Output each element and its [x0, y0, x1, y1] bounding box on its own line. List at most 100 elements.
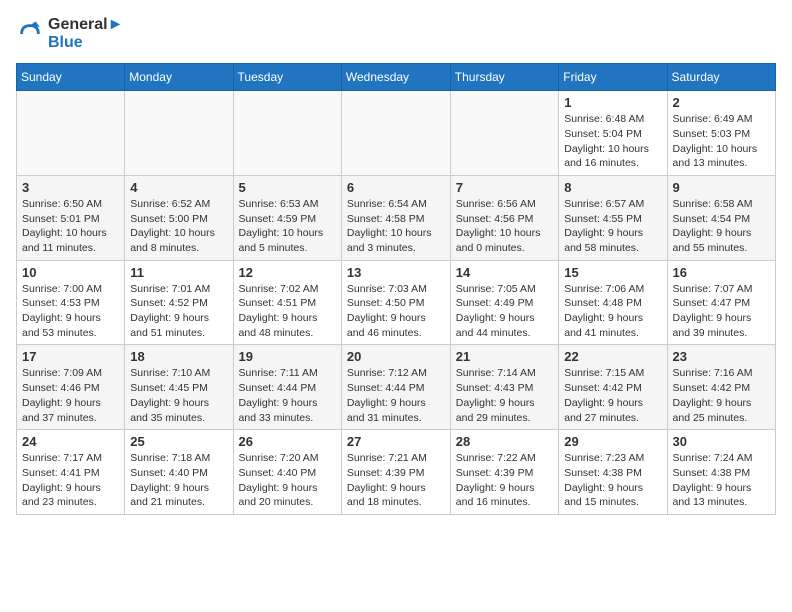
calendar-cell: 18 Sunrise: 7:10 AM Sunset: 4:45 PM Dayli…	[125, 345, 233, 430]
day-number: 10	[22, 265, 119, 280]
day-info: Sunrise: 7:10 AM Sunset: 4:45 PM Dayligh…	[130, 366, 227, 425]
day-number: 15	[564, 265, 661, 280]
calendar-cell: 3 Sunrise: 6:50 AM Sunset: 5:01 PM Daylig…	[17, 175, 125, 260]
day-number: 5	[239, 180, 336, 195]
calendar-cell: 21 Sunrise: 7:14 AM Sunset: 4:43 PM Dayli…	[450, 345, 558, 430]
day-info: Sunrise: 7:02 AM Sunset: 4:51 PM Dayligh…	[239, 282, 336, 341]
day-number: 13	[347, 265, 445, 280]
calendar-cell: 15 Sunrise: 7:06 AM Sunset: 4:48 PM Dayli…	[559, 260, 667, 345]
calendar-cell	[450, 91, 558, 176]
day-number: 4	[130, 180, 227, 195]
day-number: 30	[673, 434, 770, 449]
calendar-cell: 29 Sunrise: 7:23 AM Sunset: 4:38 PM Dayli…	[559, 430, 667, 515]
day-number: 23	[673, 349, 770, 364]
day-number: 25	[130, 434, 227, 449]
day-info: Sunrise: 7:00 AM Sunset: 4:53 PM Dayligh…	[22, 282, 119, 341]
logo-text: General► Blue	[48, 16, 123, 51]
day-info: Sunrise: 7:09 AM Sunset: 4:46 PM Dayligh…	[22, 366, 119, 425]
calendar-cell	[125, 91, 233, 176]
day-number: 16	[673, 265, 770, 280]
day-info: Sunrise: 7:22 AM Sunset: 4:39 PM Dayligh…	[456, 451, 553, 510]
day-number: 18	[130, 349, 227, 364]
weekday-header-thursday: Thursday	[450, 64, 558, 91]
day-info: Sunrise: 6:48 AM Sunset: 5:04 PM Dayligh…	[564, 112, 661, 171]
day-info: Sunrise: 7:03 AM Sunset: 4:50 PM Dayligh…	[347, 282, 445, 341]
calendar-cell: 23 Sunrise: 7:16 AM Sunset: 4:42 PM Dayli…	[667, 345, 775, 430]
calendar-cell: 9 Sunrise: 6:58 AM Sunset: 4:54 PM Daylig…	[667, 175, 775, 260]
day-number: 21	[456, 349, 553, 364]
calendar-cell: 22 Sunrise: 7:15 AM Sunset: 4:42 PM Dayli…	[559, 345, 667, 430]
day-info: Sunrise: 6:58 AM Sunset: 4:54 PM Dayligh…	[673, 197, 770, 256]
calendar-table: SundayMondayTuesdayWednesdayThursdayFrid…	[16, 63, 776, 515]
day-number: 8	[564, 180, 661, 195]
calendar-cell: 11Sunrise: 7:01 AM Sunset: 4:52 PM Dayli…	[125, 260, 233, 345]
day-number: 14	[456, 265, 553, 280]
day-info: Sunrise: 7:15 AM Sunset: 4:42 PM Dayligh…	[564, 366, 661, 425]
weekday-header-monday: Monday	[125, 64, 233, 91]
calendar-cell: 28 Sunrise: 7:22 AM Sunset: 4:39 PM Dayli…	[450, 430, 558, 515]
calendar-cell: 17 Sunrise: 7:09 AM Sunset: 4:46 PM Dayli…	[17, 345, 125, 430]
day-number: 1	[564, 95, 661, 110]
calendar-cell: 19 Sunrise: 7:11 AM Sunset: 4:44 PM Dayli…	[233, 345, 341, 430]
day-number: 26	[239, 434, 336, 449]
day-info: Sunrise: 6:49 AM Sunset: 5:03 PM Dayligh…	[673, 112, 770, 171]
day-number: 27	[347, 434, 445, 449]
weekday-header-saturday: Saturday	[667, 64, 775, 91]
calendar-cell: 4 Sunrise: 6:52 AM Sunset: 5:00 PM Daylig…	[125, 175, 233, 260]
calendar-cell: 6 Sunrise: 6:54 AM Sunset: 4:58 PM Daylig…	[341, 175, 450, 260]
day-number: 28	[456, 434, 553, 449]
weekday-header-wednesday: Wednesday	[341, 64, 450, 91]
day-info: Sunrise: 7:07 AM Sunset: 4:47 PM Dayligh…	[673, 282, 770, 341]
day-number: 24	[22, 434, 119, 449]
day-info: Sunrise: 7:17 AM Sunset: 4:41 PM Dayligh…	[22, 451, 119, 510]
day-info: Sunrise: 6:50 AM Sunset: 5:01 PM Dayligh…	[22, 197, 119, 256]
day-number: 20	[347, 349, 445, 364]
day-info: Sunrise: 7:14 AM Sunset: 4:43 PM Dayligh…	[456, 366, 553, 425]
day-number: 17	[22, 349, 119, 364]
calendar-cell: 14 Sunrise: 7:05 AM Sunset: 4:49 PM Dayli…	[450, 260, 558, 345]
weekday-header-sunday: Sunday	[17, 64, 125, 91]
calendar-cell: 12 Sunrise: 7:02 AM Sunset: 4:51 PM Dayli…	[233, 260, 341, 345]
day-info: Sunrise: 7:16 AM Sunset: 4:42 PM Dayligh…	[673, 366, 770, 425]
day-info: Sunrise: 7:23 AM Sunset: 4:38 PM Dayligh…	[564, 451, 661, 510]
day-info: Sunrise: 6:57 AM Sunset: 4:55 PM Dayligh…	[564, 197, 661, 256]
calendar-cell: 24 Sunrise: 7:17 AM Sunset: 4:41 PM Dayli…	[17, 430, 125, 515]
day-number: 29	[564, 434, 661, 449]
calendar-cell: 30 Sunrise: 7:24 AM Sunset: 4:38 PM Dayli…	[667, 430, 775, 515]
calendar-cell: 8 Sunrise: 6:57 AM Sunset: 4:55 PM Daylig…	[559, 175, 667, 260]
weekday-header-friday: Friday	[559, 64, 667, 91]
day-info: Sunrise: 6:52 AM Sunset: 5:00 PM Dayligh…	[130, 197, 227, 256]
day-info: Sunrise: 7:18 AM Sunset: 4:40 PM Dayligh…	[130, 451, 227, 510]
day-number: 12	[239, 265, 336, 280]
day-info: Sunrise: 7:11 AM Sunset: 4:44 PM Dayligh…	[239, 366, 336, 425]
calendar-cell: 1 Sunrise: 6:48 AM Sunset: 5:04 PM Daylig…	[559, 91, 667, 176]
calendar-cell: 5 Sunrise: 6:53 AM Sunset: 4:59 PM Daylig…	[233, 175, 341, 260]
calendar-cell	[233, 91, 341, 176]
weekday-header-tuesday: Tuesday	[233, 64, 341, 91]
day-info: Sunrise: 6:53 AM Sunset: 4:59 PM Dayligh…	[239, 197, 336, 256]
calendar-cell	[17, 91, 125, 176]
day-number: 22	[564, 349, 661, 364]
calendar-cell: 27Sunrise: 7:21 AM Sunset: 4:39 PM Dayli…	[341, 430, 450, 515]
logo: General► Blue	[16, 16, 123, 51]
day-info: Sunrise: 7:20 AM Sunset: 4:40 PM Dayligh…	[239, 451, 336, 510]
logo-icon	[16, 20, 44, 48]
day-number: 6	[347, 180, 445, 195]
day-info: Sunrise: 6:56 AM Sunset: 4:56 PM Dayligh…	[456, 197, 553, 256]
day-info: Sunrise: 7:05 AM Sunset: 4:49 PM Dayligh…	[456, 282, 553, 341]
day-info: Sunrise: 7:12 AM Sunset: 4:44 PM Dayligh…	[347, 366, 445, 425]
day-number: 3	[22, 180, 119, 195]
calendar-cell: 25 Sunrise: 7:18 AM Sunset: 4:40 PM Dayli…	[125, 430, 233, 515]
calendar-cell: 10 Sunrise: 7:00 AM Sunset: 4:53 PM Dayli…	[17, 260, 125, 345]
day-number: 19	[239, 349, 336, 364]
day-info: Sunrise: 7:06 AM Sunset: 4:48 PM Dayligh…	[564, 282, 661, 341]
day-info: Sunrise: 7:24 AM Sunset: 4:38 PM Dayligh…	[673, 451, 770, 510]
page-header: General► Blue	[16, 16, 776, 51]
calendar-cell	[341, 91, 450, 176]
day-info: Sunrise: 6:54 AM Sunset: 4:58 PM Dayligh…	[347, 197, 445, 256]
calendar-cell: 2Sunrise: 6:49 AM Sunset: 5:03 PM Daylig…	[667, 91, 775, 176]
calendar-cell: 26 Sunrise: 7:20 AM Sunset: 4:40 PM Dayli…	[233, 430, 341, 515]
day-info: Sunrise: 7:01 AM Sunset: 4:52 PM Dayligh…	[130, 282, 227, 341]
calendar-cell: 16 Sunrise: 7:07 AM Sunset: 4:47 PM Dayli…	[667, 260, 775, 345]
day-number: 9	[673, 180, 770, 195]
